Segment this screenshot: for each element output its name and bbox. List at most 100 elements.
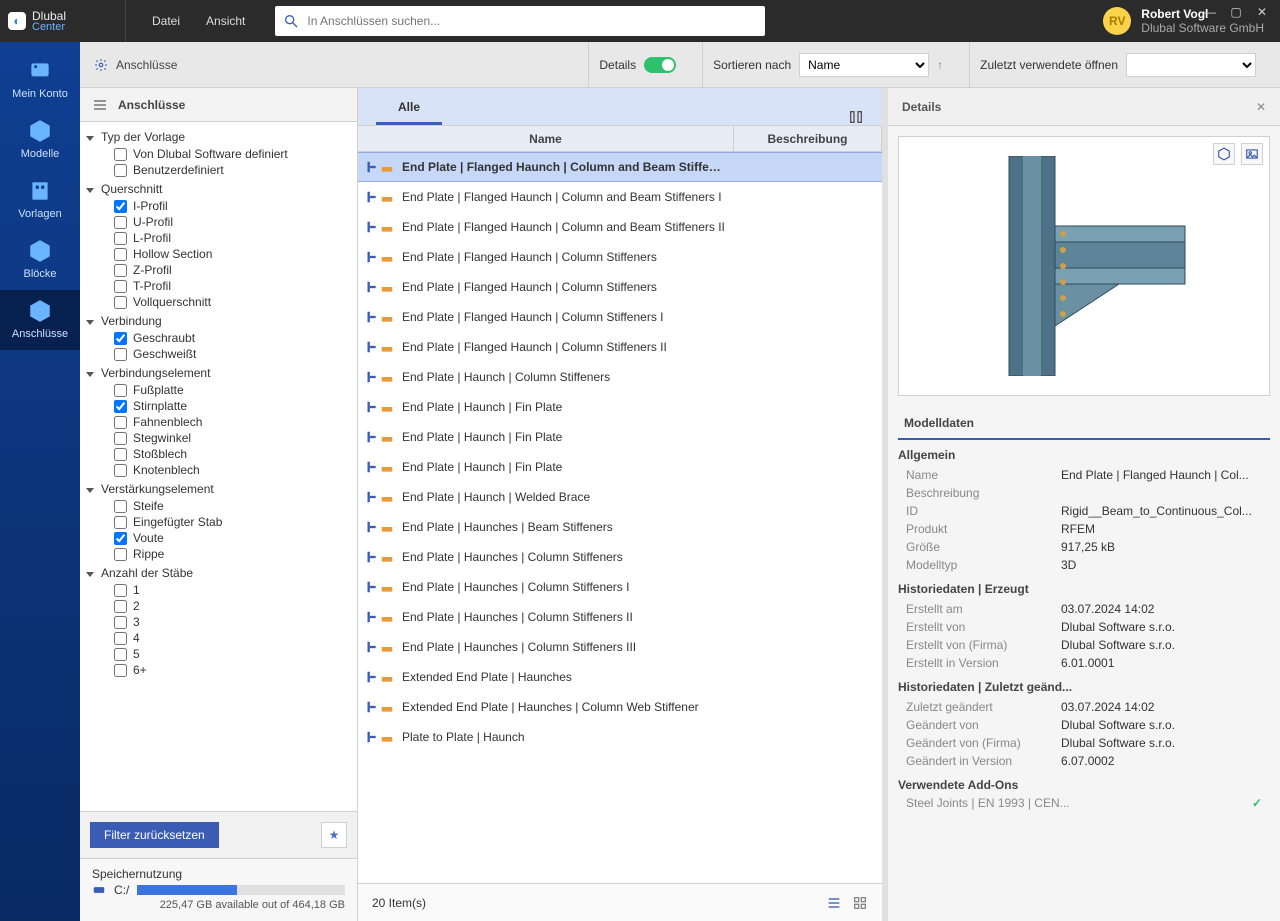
table-row[interactable]: End Plate | Flanged Haunch | Column Stif… bbox=[358, 302, 882, 332]
chk-l-profil[interactable]: L-Profil bbox=[114, 230, 351, 246]
details-toggle[interactable] bbox=[644, 57, 676, 73]
table-row[interactable]: End Plate | Flanged Haunch | Column and … bbox=[358, 182, 882, 212]
chk-user-defined[interactable]: Benutzerdefiniert bbox=[114, 162, 351, 178]
rail-account[interactable]: Mein Konto bbox=[0, 50, 80, 110]
table-row[interactable]: End Plate | Flanged Haunch | Column Stif… bbox=[358, 272, 882, 302]
chk-2[interactable]: 2 bbox=[114, 598, 351, 614]
table-row[interactable]: End Plate | Haunch | Fin Plate bbox=[358, 392, 882, 422]
row-name: Extended End Plate | Haunches bbox=[402, 670, 728, 684]
group-stiffener[interactable]: Verstärkungselement bbox=[86, 480, 351, 498]
chk-geschraubt[interactable]: Geschraubt bbox=[114, 330, 351, 346]
chk-dlubal-defined[interactable]: Von Dlubal Software definiert bbox=[114, 146, 351, 162]
columns-icon[interactable] bbox=[848, 109, 864, 125]
chk-eingefuegter-stab[interactable]: Eingefügter Stab bbox=[114, 514, 351, 530]
table-row[interactable]: End Plate | Flanged Haunch | Column Stif… bbox=[358, 332, 882, 362]
table-row[interactable]: End Plate | Flanged Haunch | Column and … bbox=[358, 152, 882, 182]
row-name: End Plate | Haunch | Fin Plate bbox=[402, 400, 728, 414]
sort-select[interactable]: Name bbox=[799, 53, 929, 77]
chk-fussplatte[interactable]: Fußplatte bbox=[114, 382, 351, 398]
group-crosssection[interactable]: Querschnitt bbox=[86, 180, 351, 198]
table-row[interactable]: End Plate | Haunches | Column Stiffeners… bbox=[358, 632, 882, 662]
table-row[interactable]: End Plate | Flanged Haunch | Column Stif… bbox=[358, 242, 882, 272]
table-row[interactable]: End Plate | Haunches | Column Stiffeners bbox=[358, 542, 882, 572]
table-row[interactable]: End Plate | Haunches | Column Stiffeners… bbox=[358, 602, 882, 632]
table-row[interactable]: End Plate | Haunch | Fin Plate bbox=[358, 422, 882, 452]
chk-stirnplatte[interactable]: Stirnplatte bbox=[114, 398, 351, 414]
chk-rippe[interactable]: Rippe bbox=[114, 546, 351, 562]
row-icon bbox=[364, 550, 394, 564]
close-icon[interactable]: ✕ bbox=[1254, 4, 1270, 20]
chk-knotenblech[interactable]: Knotenblech bbox=[114, 462, 351, 478]
list-tabs: Alle bbox=[358, 88, 882, 126]
menu-view[interactable]: Ansicht bbox=[206, 14, 245, 28]
val-modified-version: 6.07.0002 bbox=[1061, 754, 1262, 768]
table-row[interactable]: End Plate | Haunch | Column Stiffeners bbox=[358, 362, 882, 392]
chk-vollquerschnitt[interactable]: Vollquerschnitt bbox=[114, 294, 351, 310]
val-desc bbox=[1061, 486, 1262, 500]
preview-image-icon[interactable] bbox=[1241, 143, 1263, 165]
rail-templates[interactable]: Vorlagen bbox=[0, 170, 80, 230]
menu-file[interactable]: Datei bbox=[152, 14, 180, 28]
chk-z-profil[interactable]: Z-Profil bbox=[114, 262, 351, 278]
details-close-icon[interactable]: ✕ bbox=[1256, 100, 1266, 114]
col-name[interactable]: Name bbox=[358, 126, 734, 151]
table-row[interactable]: Extended End Plate | Haunches | Column W… bbox=[358, 692, 882, 722]
chk-steife[interactable]: Steife bbox=[114, 498, 351, 514]
rail-models[interactable]: Modelle bbox=[0, 110, 80, 170]
grid-view-icon[interactable] bbox=[852, 895, 868, 911]
chk-4[interactable]: 4 bbox=[114, 630, 351, 646]
search-box[interactable] bbox=[275, 6, 765, 36]
storage-panel: Speichernutzung C:/ 225,47 GB available … bbox=[80, 858, 357, 921]
list-view-icon[interactable] bbox=[826, 895, 842, 911]
check-icon: ✓ bbox=[1252, 796, 1262, 810]
chk-i-profil[interactable]: I-Profil bbox=[114, 198, 351, 214]
recent-select[interactable] bbox=[1126, 53, 1256, 77]
table-row[interactable]: Extended End Plate | Haunches bbox=[358, 662, 882, 692]
val-size: 917,25 kB bbox=[1061, 540, 1262, 554]
table-row[interactable]: End Plate | Haunches | Column Stiffeners… bbox=[358, 572, 882, 602]
recent-group: Zuletzt verwendete öffnen bbox=[969, 42, 1266, 87]
preview-3d-icon[interactable] bbox=[1213, 143, 1235, 165]
chk-stossblech[interactable]: Stoßblech bbox=[114, 446, 351, 462]
group-connection[interactable]: Verbindung bbox=[86, 312, 351, 330]
table-row[interactable]: End Plate | Haunch | Welded Brace bbox=[358, 482, 882, 512]
modeldata-tab[interactable]: Modelldaten bbox=[898, 406, 1270, 440]
row-icon bbox=[364, 250, 394, 264]
user-company: Dlubal Software GmbH bbox=[1141, 21, 1264, 35]
table-row[interactable]: Plate to Plate | Haunch bbox=[358, 722, 882, 752]
chk-1[interactable]: 1 bbox=[114, 582, 351, 598]
chk-5[interactable]: 5 bbox=[114, 646, 351, 662]
chk-u-profil[interactable]: U-Profil bbox=[114, 214, 351, 230]
search-input[interactable] bbox=[305, 13, 757, 29]
rail-blocks[interactable]: Blöcke bbox=[0, 230, 80, 290]
table-row[interactable]: End Plate | Haunches | Beam Stiffeners bbox=[358, 512, 882, 542]
chk-stegwinkel[interactable]: Stegwinkel bbox=[114, 430, 351, 446]
chk-3[interactable]: 3 bbox=[114, 614, 351, 630]
table-row[interactable]: End Plate | Flanged Haunch | Column and … bbox=[358, 212, 882, 242]
group-type[interactable]: Typ der Vorlage bbox=[86, 128, 351, 146]
table-row[interactable]: End Plate | Haunch | Fin Plate bbox=[358, 452, 882, 482]
minimize-icon[interactable]: — bbox=[1202, 4, 1218, 20]
chk-6plus[interactable]: 6+ bbox=[114, 662, 351, 678]
chk-hollow[interactable]: Hollow Section bbox=[114, 246, 351, 262]
col-desc[interactable]: Beschreibung bbox=[734, 126, 882, 151]
group-element[interactable]: Verbindungselement bbox=[86, 364, 351, 382]
group-member-count[interactable]: Anzahl der Stäbe bbox=[86, 564, 351, 582]
chk-voute[interactable]: Voute bbox=[114, 530, 351, 546]
drive-label: C:/ bbox=[114, 883, 129, 897]
row-name: Plate to Plate | Haunch bbox=[402, 730, 728, 744]
sort-direction-icon[interactable]: ↑ bbox=[937, 58, 943, 72]
section-general: Allgemein bbox=[898, 448, 1270, 462]
row-icon bbox=[364, 520, 394, 534]
chk-fahnenblech[interactable]: Fahnenblech bbox=[114, 414, 351, 430]
reset-filter-button[interactable]: Filter zurücksetzen bbox=[90, 822, 219, 848]
avatar: RV bbox=[1103, 7, 1131, 35]
rail-connections[interactable]: Anschlüsse bbox=[0, 290, 80, 350]
tab-all[interactable]: Alle bbox=[376, 92, 442, 125]
gear-icon bbox=[94, 58, 108, 72]
list-body: End Plate | Flanged Haunch | Column and … bbox=[358, 152, 882, 883]
chk-t-profil[interactable]: T-Profil bbox=[114, 278, 351, 294]
maximize-icon[interactable]: ▢ bbox=[1228, 4, 1244, 20]
favorite-button[interactable]: ★ bbox=[321, 822, 347, 848]
chk-geschweisst[interactable]: Geschweißt bbox=[114, 346, 351, 362]
